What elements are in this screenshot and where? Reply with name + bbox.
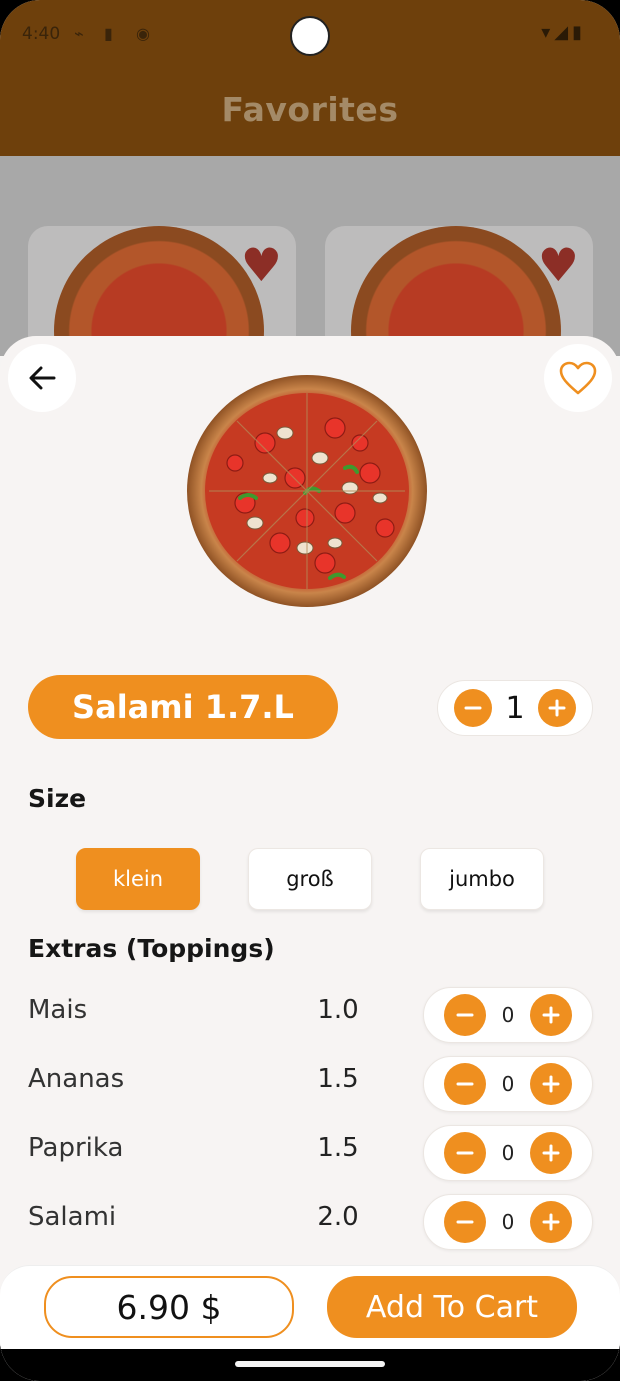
minus-icon xyxy=(456,1082,474,1086)
increase-quantity-button[interactable] xyxy=(538,689,576,727)
extra-quantity-stepper: 0 xyxy=(423,1056,593,1112)
extra-name: Salami xyxy=(28,1202,117,1232)
extra-price: 1.5 xyxy=(317,1064,359,1094)
checkout-bar: 6.90 $ Add To Cart xyxy=(0,1265,620,1349)
plus-icon xyxy=(542,1144,560,1162)
extra-quantity-value: 0 xyxy=(501,1210,515,1234)
extra-price: 1.5 xyxy=(317,1133,359,1163)
extra-quantity-stepper: 0 xyxy=(423,987,593,1043)
extra-quantity-value: 0 xyxy=(501,1141,515,1165)
size-option-klein[interactable]: klein xyxy=(76,848,200,910)
arrow-left-icon xyxy=(29,366,56,390)
size-label: Size xyxy=(28,784,87,813)
minus-icon xyxy=(464,706,482,710)
extra-row-mais: Mais 1.0 0 xyxy=(0,985,620,1045)
extra-quantity-stepper: 0 xyxy=(423,1194,593,1250)
plus-icon xyxy=(542,1075,560,1093)
minus-icon xyxy=(456,1220,474,1224)
extra-quantity-value: 0 xyxy=(501,1072,515,1096)
favorite-button[interactable] xyxy=(544,344,612,412)
extra-decrease-button[interactable] xyxy=(444,1063,486,1105)
phone-screen: 4:40 ⌁ ▮ ◉ ▾◢▮ Favorites ♥ ♥ Salami 1.7.… xyxy=(0,0,620,1381)
home-indicator[interactable] xyxy=(235,1361,385,1367)
extras-label: Extras (Toppings) xyxy=(28,934,275,963)
extra-decrease-button[interactable] xyxy=(444,1201,486,1243)
signal-battery-icons: ▾◢▮ xyxy=(541,22,586,43)
total-price: 6.90 $ xyxy=(44,1276,294,1338)
page-title: Favorites xyxy=(221,90,399,129)
extra-price: 1.0 xyxy=(317,995,359,1025)
extra-increase-button[interactable] xyxy=(529,1063,572,1105)
size-option-jumbo[interactable]: jumbo xyxy=(420,848,544,910)
plus-icon xyxy=(542,1006,560,1024)
minus-icon xyxy=(456,1013,474,1017)
extra-decrease-button[interactable] xyxy=(444,1132,486,1174)
extra-price: 2.0 xyxy=(317,1202,359,1232)
app-bar: 4:40 ⌁ ▮ ◉ ▾◢▮ Favorites xyxy=(0,0,620,156)
app-notification-icon: ◉ xyxy=(136,24,150,43)
heart-outline-icon xyxy=(559,361,597,395)
extra-name: Mais xyxy=(28,995,88,1025)
plus-icon xyxy=(548,699,566,717)
extra-increase-button[interactable] xyxy=(529,1201,572,1243)
size-option-gross[interactable]: groß xyxy=(248,848,372,910)
sd-card-icon: ▮ xyxy=(104,24,113,43)
pizza-image xyxy=(187,375,427,607)
extra-decrease-button[interactable] xyxy=(444,994,486,1036)
extra-name: Ananas xyxy=(28,1064,125,1094)
back-button[interactable] xyxy=(8,344,76,412)
extra-row-ananas: Ananas 1.5 0 xyxy=(0,1054,620,1114)
add-to-cart-button[interactable]: Add To Cart xyxy=(327,1276,577,1338)
heart-filled-icon: ♥ xyxy=(240,238,282,292)
system-navigation-bar xyxy=(0,1349,620,1381)
product-quantity-stepper: 1 xyxy=(437,680,593,736)
usb-icon: ⌁ xyxy=(74,24,84,43)
status-time: 4:40 xyxy=(22,24,61,44)
decrease-quantity-button[interactable] xyxy=(454,689,492,727)
extra-row-salami: Salami 2.0 0 xyxy=(0,1192,620,1252)
extra-quantity-stepper: 0 xyxy=(423,1125,593,1181)
extra-name: Paprika xyxy=(28,1133,124,1163)
minus-icon xyxy=(456,1151,474,1155)
extra-increase-button[interactable] xyxy=(529,994,572,1036)
status-bar: 4:40 ⌁ ▮ ◉ ▾◢▮ xyxy=(0,0,620,70)
heart-filled-icon: ♥ xyxy=(537,238,579,292)
product-quantity-value: 1 xyxy=(505,690,525,726)
product-detail-sheet: Salami 1.7.L 1 Size klein groß jumbo Ext… xyxy=(0,336,620,1381)
front-camera xyxy=(290,16,330,56)
extra-increase-button[interactable] xyxy=(529,1132,572,1174)
plus-icon xyxy=(542,1213,560,1231)
extra-row-paprika: Paprika 1.5 0 xyxy=(0,1123,620,1183)
product-name: Salami 1.7.L xyxy=(28,675,338,739)
extra-quantity-value: 0 xyxy=(501,1003,515,1027)
background-favorites-list: ♥ ♥ xyxy=(0,156,620,386)
